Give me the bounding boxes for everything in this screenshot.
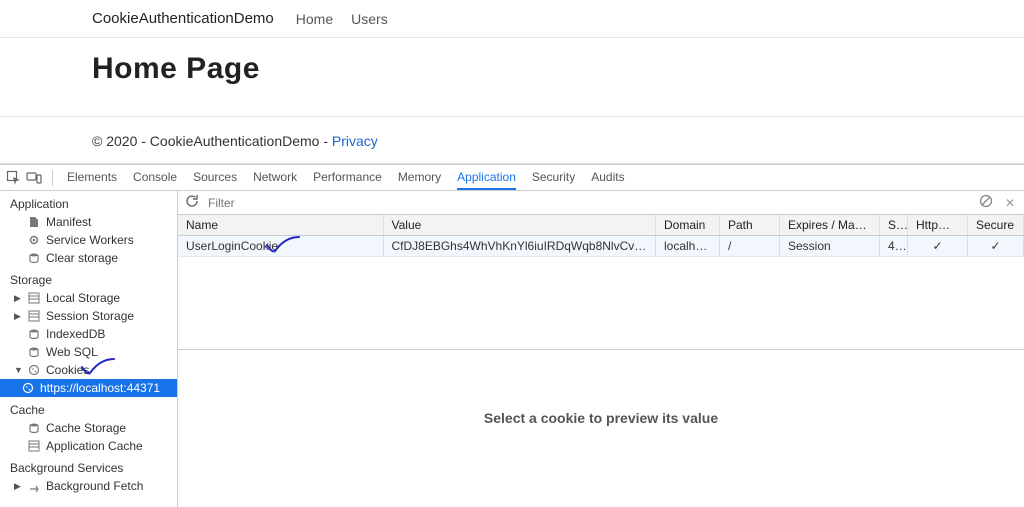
- cookie-table-wrap: Name Value Domain Path Expires / Max-Age…: [178, 215, 1024, 350]
- sidebar-item-cookies[interactable]: ▼ Cookies: [0, 361, 177, 379]
- sidebar-item-label: Session Storage: [46, 309, 134, 323]
- page-content: Home Page: [0, 38, 1024, 92]
- sidebar-item-session-storage[interactable]: ▶ Session Storage: [0, 307, 177, 325]
- sidebar-item-cache-storage[interactable]: Cache Storage: [0, 419, 177, 437]
- navbar: CookieAuthenticationDemo Home Users: [0, 0, 1024, 38]
- cell-size: 4...: [880, 236, 908, 257]
- section-title-cache: Cache: [0, 397, 177, 419]
- cookie-icon: [22, 382, 34, 394]
- database-icon: [28, 346, 40, 358]
- close-icon[interactable]: ✕: [1002, 196, 1018, 210]
- tab-application[interactable]: Application: [457, 166, 516, 190]
- refresh-icon[interactable]: [184, 193, 200, 212]
- inspect-icon[interactable]: [6, 170, 22, 186]
- col-expires[interactable]: Expires / Max-Age: [780, 215, 880, 236]
- device-toggle-icon[interactable]: [26, 170, 42, 186]
- sidebar-item-cookie-origin[interactable]: https://localhost:44371: [0, 379, 177, 397]
- preview-placeholder-text: Select a cookie to preview its value: [484, 410, 718, 426]
- sidebar-item-label: https://localhost:44371: [40, 381, 160, 395]
- cell-path: /: [720, 236, 780, 257]
- col-value[interactable]: Value: [383, 215, 656, 236]
- tab-elements[interactable]: Elements: [67, 166, 117, 190]
- sidebar-item-label: Manifest: [46, 215, 91, 229]
- toolbar-separator: [52, 170, 53, 186]
- cookie-table[interactable]: Name Value Domain Path Expires / Max-Age…: [178, 215, 1024, 257]
- arrow-icon: [28, 480, 40, 492]
- tab-performance[interactable]: Performance: [313, 166, 382, 190]
- nav-link-home[interactable]: Home: [296, 11, 333, 27]
- tab-audits[interactable]: Audits: [591, 166, 624, 190]
- sidebar-item-label: Cookies: [46, 363, 89, 377]
- chevron-down-icon: ▼: [14, 365, 22, 375]
- grid-icon: [28, 292, 40, 304]
- table-header-row: Name Value Domain Path Expires / Max-Age…: [178, 215, 1024, 236]
- sidebar-item-label: Clear storage: [46, 251, 118, 265]
- table-row[interactable]: UserLoginCookie CfDJ8EBGhs4WhVhKnYl6iuIR…: [178, 236, 1024, 257]
- devtools-toolbar: Elements Console Sources Network Perform…: [0, 165, 1024, 191]
- tab-sources[interactable]: Sources: [193, 166, 237, 190]
- database-icon: [28, 422, 40, 434]
- col-secure[interactable]: Secure: [968, 215, 1024, 236]
- chevron-right-icon: ▶: [14, 293, 22, 304]
- sidebar-item-clear-storage[interactable]: Clear storage: [0, 249, 177, 267]
- col-size[interactable]: S...: [880, 215, 908, 236]
- sidebar-item-service-workers[interactable]: Service Workers: [0, 231, 177, 249]
- grid-icon: [28, 310, 40, 322]
- sidebar-item-label: Background Fetch: [46, 479, 143, 493]
- sidebar-item-label: Application Cache: [46, 439, 143, 453]
- col-name[interactable]: Name: [178, 215, 383, 236]
- cookie-icon: [28, 364, 40, 376]
- sidebar-item-web-sql[interactable]: Web SQL: [0, 343, 177, 361]
- sidebar-item-local-storage[interactable]: ▶ Local Storage: [0, 289, 177, 307]
- cell-secure: ✓: [968, 236, 1024, 257]
- sidebar-item-indexeddb[interactable]: IndexedDB: [0, 325, 177, 343]
- cell-name: UserLoginCookie: [178, 236, 383, 257]
- chevron-right-icon: ▶: [14, 481, 22, 492]
- section-title-bg-services: Background Services: [0, 455, 177, 477]
- devtools-body: Application Manifest Service Workers Cle…: [0, 191, 1024, 507]
- clear-icon[interactable]: [978, 193, 994, 212]
- cell-domain: localhost: [656, 236, 720, 257]
- database-icon: [28, 328, 40, 340]
- gear-icon: [28, 234, 40, 246]
- devtools-main: ✕ Name Value Domain Path Expi: [178, 191, 1024, 507]
- cell-value: CfDJ8EBGhs4WhVhKnYl6iuIRDqWqb8NlvCvtMTXe…: [383, 236, 656, 257]
- col-path[interactable]: Path: [720, 215, 780, 236]
- sidebar-item-label: IndexedDB: [46, 327, 105, 341]
- devtools-tabs: Elements Console Sources Network Perform…: [67, 166, 625, 190]
- sidebar-item-label: Cache Storage: [46, 421, 126, 435]
- site-brand: CookieAuthenticationDemo: [92, 10, 274, 27]
- nav-link-users[interactable]: Users: [351, 11, 388, 27]
- sidebar-item-label: Web SQL: [46, 345, 98, 359]
- sidebar-item-background-fetch[interactable]: ▶ Background Fetch: [0, 477, 177, 495]
- sidebar-item-manifest[interactable]: Manifest: [0, 213, 177, 231]
- grid-icon: [28, 440, 40, 452]
- col-domain[interactable]: Domain: [656, 215, 720, 236]
- application-sidebar[interactable]: Application Manifest Service Workers Cle…: [0, 191, 178, 507]
- cookie-preview-area: Select a cookie to preview its value: [178, 350, 1024, 507]
- footer-privacy-link[interactable]: Privacy: [332, 133, 378, 149]
- tab-network[interactable]: Network: [253, 166, 297, 190]
- tab-security[interactable]: Security: [532, 166, 575, 190]
- filter-input[interactable]: [208, 196, 970, 210]
- database-icon: [28, 252, 40, 264]
- sidebar-item-application-cache[interactable]: Application Cache: [0, 437, 177, 455]
- sidebar-item-label: Local Storage: [46, 291, 120, 305]
- site-footer: © 2020 - CookieAuthenticationDemo - Priv…: [0, 116, 1024, 163]
- cookie-filter-bar: ✕: [178, 191, 1024, 215]
- tab-console[interactable]: Console: [133, 166, 177, 190]
- cell-expires: Session: [780, 236, 880, 257]
- page-title: Home Page: [92, 52, 932, 86]
- website-region: CookieAuthenticationDemo Home Users Home…: [0, 0, 1024, 164]
- sidebar-item-label: Service Workers: [46, 233, 134, 247]
- col-httponly[interactable]: HttpOnly: [908, 215, 968, 236]
- devtools-panel: Elements Console Sources Network Perform…: [0, 164, 1024, 507]
- footer-text: © 2020 - CookieAuthenticationDemo -: [92, 133, 332, 149]
- section-title-storage: Storage: [0, 267, 177, 289]
- section-title-application: Application: [0, 191, 177, 213]
- cell-httponly: ✓: [908, 236, 968, 257]
- chevron-right-icon: ▶: [14, 311, 22, 322]
- file-icon: [28, 216, 40, 228]
- tab-memory[interactable]: Memory: [398, 166, 441, 190]
